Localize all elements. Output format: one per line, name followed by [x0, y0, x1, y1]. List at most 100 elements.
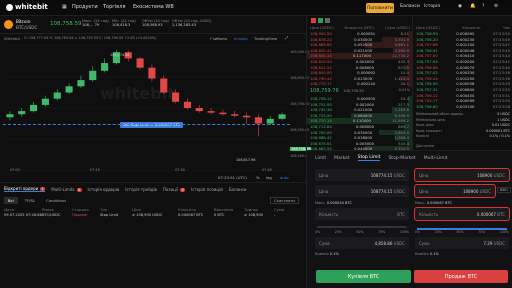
sell-total-field[interactable]: Сума 7.29 USDC	[415, 237, 509, 249]
stat-2: Мін. (24 год) 108,418.3	[112, 19, 136, 27]
ob-price: 108,775.17	[310, 81, 332, 87]
form-tab[interactable]: Stop-Market	[388, 156, 415, 161]
candle-body[interactable]	[243, 115, 251, 118]
candle-body[interactable]	[136, 58, 144, 68]
sell-bbo-toggle[interactable]: BBO	[497, 187, 511, 193]
percent-mark[interactable]: 100%	[500, 230, 509, 234]
candle-body[interactable]	[172, 92, 180, 102]
whitebit-logo[interactable]: whitebit	[6, 3, 48, 11]
candle-body[interactable]	[207, 111, 215, 113]
buy-btc-button[interactable]: Купівля BTC	[316, 270, 411, 283]
candle-body[interactable]	[65, 86, 73, 93]
filter-conditions[interactable]: Conditions	[42, 197, 70, 204]
percent-mark[interactable]: 50%	[356, 230, 363, 234]
candle-body[interactable]	[77, 80, 85, 87]
sell-fee: Комісія 0.1%	[415, 252, 439, 256]
chart-view-depth[interactable]: Глибина	[210, 36, 227, 41]
sell-btc-button[interactable]: Продаж BTC	[414, 270, 508, 283]
orders-tab[interactable]: Multi-Limits 0	[51, 187, 82, 192]
chart-view-tradingview[interactable]: TradingView	[254, 36, 277, 41]
price-chart[interactable]: Whitebit O: 108,777.03 H: 108,783.64 L: …	[0, 34, 312, 182]
view-both-icon[interactable]	[325, 18, 330, 23]
cancel-all-button[interactable]: Скасувати	[270, 197, 299, 204]
form-tab[interactable]: Limit	[315, 156, 326, 161]
nav-balances[interactable]: Баланси	[400, 4, 420, 9]
view-asks-icon[interactable]	[311, 18, 316, 23]
percent-mark[interactable]: 50%	[456, 230, 463, 234]
buy-fee: Комісія 0.1%	[315, 252, 339, 256]
candle-body[interactable]	[219, 112, 227, 115]
orders-tab[interactable]: Історія позицій	[191, 187, 223, 192]
form-tab[interactable]: Market	[334, 156, 349, 161]
nav-trading[interactable]: Торгівля	[103, 4, 125, 10]
ask-row[interactable]: 108,775.17 0.000240 26.1	[307, 81, 412, 87]
order-row[interactable]: 09.07.2025 07:26:86 BTC/USDC Продаж Stop Li…	[4, 213, 300, 217]
orders-tab[interactable]: Історія ордерів	[88, 187, 120, 192]
percent-mark[interactable]: 75%	[378, 230, 385, 234]
orders-column-header: Кількість	[178, 207, 197, 212]
form-tab[interactable]: Stop Limit	[357, 155, 381, 161]
sell-quantity-field[interactable]: Кількість 0.000067 BTC	[414, 207, 510, 221]
buy-quantity-field[interactable]: Кількість BTC	[315, 208, 409, 220]
orders-tab[interactable]: Відкриті ордери 1	[4, 186, 46, 192]
chart-scale-log[interactable]: log	[266, 175, 272, 180]
pair-sub: Bitcoin	[16, 19, 31, 24]
candle-body[interactable]	[183, 101, 191, 108]
form-tab[interactable]: Multi-Limit	[424, 156, 448, 161]
candle-body[interactable]	[231, 114, 239, 116]
percent-mark[interactable]: 0%	[315, 230, 320, 234]
candlestick-chart	[4, 45, 288, 171]
candle-body[interactable]	[148, 67, 156, 79]
view-bids-icon[interactable]	[318, 18, 323, 23]
orders-tab[interactable]: Позиції 0	[163, 187, 186, 192]
orders-tab[interactable]: Історія трейдів	[125, 187, 157, 192]
buy-limit-price-field[interactable]: Ціна 108774.15 USDC	[315, 185, 409, 197]
mid-price-sub: 108,758.59	[343, 89, 364, 93]
percent-mark[interactable]: 75%	[478, 230, 485, 234]
nav-products[interactable]: Продукти	[72, 4, 98, 10]
filter-all[interactable]: Всі	[4, 197, 18, 204]
nav-history[interactable]: Історія	[424, 4, 440, 9]
profile-icon[interactable]: ◉	[458, 4, 462, 9]
fullscreen-icon[interactable]: ⤢	[285, 35, 288, 40]
trade-amount: 0.003100	[456, 103, 475, 109]
sell-stop-price-field[interactable]: Ціна 108900 USDC	[414, 168, 510, 182]
filter-tpsl[interactable]: TP/SL	[21, 197, 39, 204]
candle-body[interactable]	[101, 63, 109, 71]
chart-view-history[interactable]: Історія	[234, 36, 248, 41]
candle-body[interactable]	[41, 98, 49, 105]
candle-body[interactable]	[195, 108, 203, 112]
notifications-icon[interactable]: 🔔	[470, 4, 476, 9]
settings-icon[interactable]: ⚙	[494, 4, 498, 9]
orders-tab[interactable]: Баланси	[229, 187, 247, 192]
deposit-button[interactable]: Поповнити	[366, 3, 394, 13]
tab-count-badge: 0	[180, 187, 186, 192]
candle-body[interactable]	[18, 111, 26, 115]
candle-body[interactable]	[53, 92, 61, 99]
percent-mark[interactable]: 25%	[335, 230, 342, 234]
stop-order-label[interactable]: Sell Stop Limit — 0.000067 BTC	[120, 122, 183, 128]
buy-amount-slider[interactable]	[317, 226, 407, 228]
percent-mark[interactable]: 0%	[415, 230, 420, 234]
pair-name[interactable]: BTC/USDC	[16, 25, 37, 30]
candle-body[interactable]	[254, 117, 262, 124]
buy-total-field[interactable]: Сума 4,858.86 USDC	[315, 237, 409, 249]
percent-mark[interactable]: 100%	[400, 230, 409, 234]
percent-mark[interactable]: 25%	[435, 230, 442, 234]
grid-icon[interactable]: ▦	[62, 4, 67, 10]
candle-body[interactable]	[266, 118, 274, 124]
candle-body[interactable]	[6, 114, 14, 118]
candle-body[interactable]	[278, 114, 286, 119]
sell-limit-price-field[interactable]: Ціна 108900 USDC	[414, 184, 496, 198]
trades-list: 108,758.59 0.000092 07:23:50 108,758.20 0.00…	[413, 31, 512, 109]
trade-time: 07:23:28	[492, 103, 510, 109]
help-icon[interactable]: ?	[482, 4, 484, 9]
candle-body[interactable]	[89, 70, 97, 81]
candle-body[interactable]	[30, 104, 38, 112]
buy-stop-price-field[interactable]: Ціна 108774.15 USDC	[315, 169, 409, 181]
chart-scale-auto[interactable]: auto	[280, 175, 289, 180]
candle-body[interactable]	[160, 78, 168, 93]
chart-scale-percent[interactable]: %	[256, 175, 260, 180]
orders-column-header: Сума	[274, 207, 285, 212]
nav-ecosystem[interactable]: Екосистема WB	[133, 4, 174, 10]
